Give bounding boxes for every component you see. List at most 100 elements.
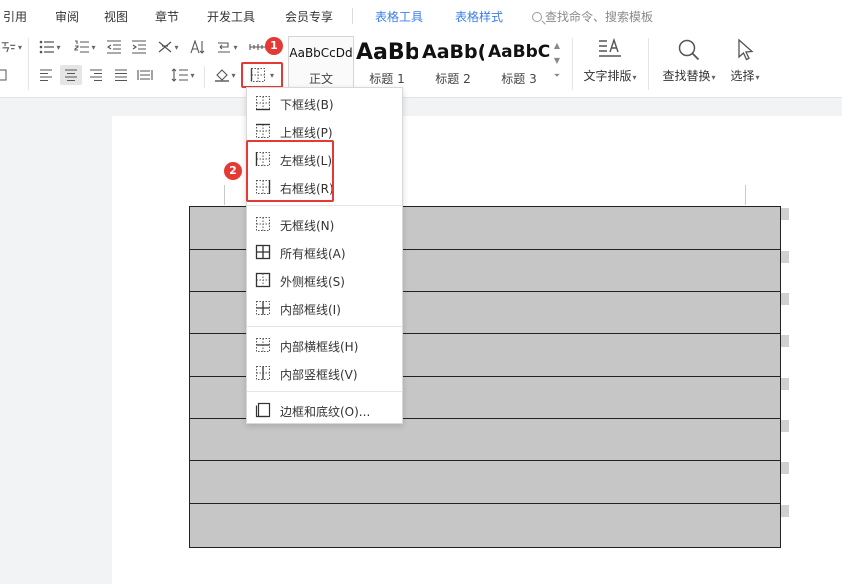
- row-end-marker: [781, 505, 789, 517]
- command-search[interactable]: 查找命令、搜索模板: [532, 8, 653, 25]
- distributed-align-icon[interactable]: [136, 66, 154, 84]
- chevron-up-icon[interactable]: ▲: [552, 38, 562, 53]
- step-1-badge: 1: [265, 37, 283, 55]
- step-2-badge: 2: [224, 162, 242, 180]
- tab-view[interactable]: 视图: [104, 8, 128, 25]
- menu-item-label: 内部竖框线(V): [280, 368, 358, 382]
- align-left-icon[interactable]: [37, 66, 55, 84]
- style-gallery: AaBbCcDd 正文 AaBb 标题 1 AaBb( 标题 2 AaBbC 标…: [288, 36, 570, 90]
- style-caption: 正文: [308, 72, 333, 86]
- menu-item-inside-vertical-border[interactable]: 内部竖框线(V): [247, 360, 402, 386]
- top-border-icon: [256, 123, 270, 138]
- ribbon-divider: [648, 38, 649, 90]
- find-replace-button[interactable]: 查找替换▾: [660, 38, 718, 84]
- menu-item-label: 下框线(B): [280, 98, 334, 112]
- paragraph-mark-icon[interactable]: ▾: [214, 38, 240, 56]
- ribbon-divider: [28, 38, 29, 90]
- select-button[interactable]: 选择▾: [726, 38, 764, 84]
- menu-tab-bar: 引用 审阅 视图 章节 开发工具 会员专享 表格工具 表格样式 查找命令、搜索模…: [0, 0, 842, 30]
- menu-item-no-border[interactable]: 无框线(N): [247, 211, 402, 237]
- menu-item-label: 内部横框线(H): [280, 340, 359, 354]
- row-end-marker: [781, 251, 789, 263]
- bullet-list-icon[interactable]: ▾: [37, 38, 63, 56]
- menu-item-inside-horizontal-border[interactable]: 内部横框线(H): [247, 332, 402, 358]
- tab-references[interactable]: 引用: [3, 8, 27, 25]
- text-layout-button[interactable]: 文字排版▾: [582, 38, 638, 84]
- menu-item-outside-borders[interactable]: 外侧框线(S): [247, 267, 402, 293]
- menu-item-label: 外侧框线(S): [280, 275, 345, 289]
- style-sample: AaBbCcDd: [289, 45, 353, 60]
- menu-divider: [247, 205, 402, 206]
- decrease-indent-icon[interactable]: [105, 38, 123, 56]
- numbered-list-icon[interactable]: ▾: [72, 38, 98, 56]
- margin-corner-mark: [745, 185, 746, 205]
- select-label: 选择: [730, 69, 755, 83]
- ribbon-toolbar: ▾ ▾ ▾ ▾ ▾ ▾ ▾ ▾ 1 AaBbCcDd 正文 AaBb 标题 1 …: [0, 30, 842, 98]
- justify-icon[interactable]: [112, 66, 130, 84]
- gallery-scroll[interactable]: ▲ ▼ ⏷: [552, 38, 562, 84]
- text-layout-icon: [599, 38, 621, 57]
- menu-item-inside-borders[interactable]: 内部框线(I): [247, 295, 402, 321]
- menu-divider: [247, 391, 402, 392]
- text-layout-label: 文字排版: [583, 69, 632, 83]
- search-icon: [532, 12, 542, 22]
- tab-chapter[interactable]: 章节: [155, 8, 179, 25]
- ribbon-divider: [572, 38, 573, 90]
- style-heading-1[interactable]: AaBb 标题 1: [356, 36, 418, 88]
- sort-icon[interactable]: [189, 38, 207, 56]
- bottom-border-icon: [256, 96, 270, 111]
- border-button-highlight: [241, 62, 283, 88]
- style-heading-2[interactable]: AaBb( 标题 2: [422, 36, 484, 88]
- style-normal[interactable]: AaBbCcDd 正文: [288, 36, 354, 88]
- find-replace-label: 查找替换: [662, 69, 711, 83]
- menu-item-all-borders[interactable]: 所有框线(A): [247, 239, 402, 265]
- menu-item-borders-and-shading[interactable]: 边框和底纹(O)...: [247, 397, 402, 423]
- menu-item-label: 内部框线(I): [280, 303, 341, 317]
- style-sample: AaBb(: [422, 41, 484, 63]
- row-end-marker: [781, 208, 789, 220]
- style-sample: AaBb: [356, 39, 418, 65]
- menu-divider: [247, 326, 402, 327]
- character-border-icon[interactable]: [0, 66, 8, 84]
- inside-vertical-border-icon: [256, 366, 270, 380]
- tab-divider: [352, 8, 353, 24]
- borders-and-shading-icon: [255, 402, 271, 418]
- style-caption: 标题 3: [501, 72, 537, 86]
- tab-table-tools[interactable]: 表格工具: [375, 8, 423, 25]
- row-end-marker: [781, 462, 789, 474]
- tab-table-style[interactable]: 表格样式: [455, 8, 503, 25]
- margin-corner-mark: [224, 185, 225, 205]
- border-dropdown-menu: 下框线(B) 上框线(P) 左框线(L) 右框线(R) 无框线(N) 所有框线(…: [246, 87, 403, 424]
- chinese-layout-icon[interactable]: ▾: [155, 38, 181, 56]
- menu-item-label: 无框线(N): [280, 219, 335, 233]
- menu-item-label: 所有框线(A): [280, 247, 346, 261]
- tab-developer[interactable]: 开发工具: [207, 8, 255, 25]
- row-end-marker: [781, 335, 789, 347]
- style-caption: 标题 2: [435, 72, 471, 86]
- gallery-expand-icon[interactable]: ⏷: [552, 68, 562, 83]
- all-borders-icon: [255, 244, 271, 260]
- inside-borders-icon: [256, 301, 270, 315]
- chevron-down-icon[interactable]: ▼: [552, 53, 562, 68]
- increase-indent-icon[interactable]: [130, 38, 148, 56]
- menu-item-bottom-border[interactable]: 下框线(B): [247, 90, 402, 116]
- line-spacing-icon[interactable]: ▾: [168, 66, 198, 84]
- style-caption: 标题 1: [369, 72, 405, 86]
- shading-fill-icon[interactable]: ▾: [212, 66, 238, 84]
- table-row[interactable]: [190, 419, 780, 461]
- align-right-icon[interactable]: [87, 66, 105, 84]
- style-heading-3[interactable]: AaBbC 标题 3: [488, 36, 550, 88]
- cursor-arrow-icon: [738, 38, 754, 61]
- row-end-marker: [781, 378, 789, 390]
- table-row[interactable]: [190, 461, 780, 504]
- tab-review[interactable]: 审阅: [55, 8, 79, 25]
- phonetic-guide-icon[interactable]: ▾: [0, 38, 22, 56]
- align-center-icon[interactable]: [60, 65, 82, 85]
- style-sample: AaBbC: [488, 42, 550, 62]
- left-right-border-highlight: [246, 140, 334, 202]
- row-end-marker: [781, 420, 789, 432]
- outside-borders-icon: [255, 272, 271, 288]
- magnifier-icon: [678, 39, 700, 61]
- tab-member[interactable]: 会员专享: [285, 8, 333, 25]
- search-placeholder: 查找命令、搜索模板: [545, 10, 654, 24]
